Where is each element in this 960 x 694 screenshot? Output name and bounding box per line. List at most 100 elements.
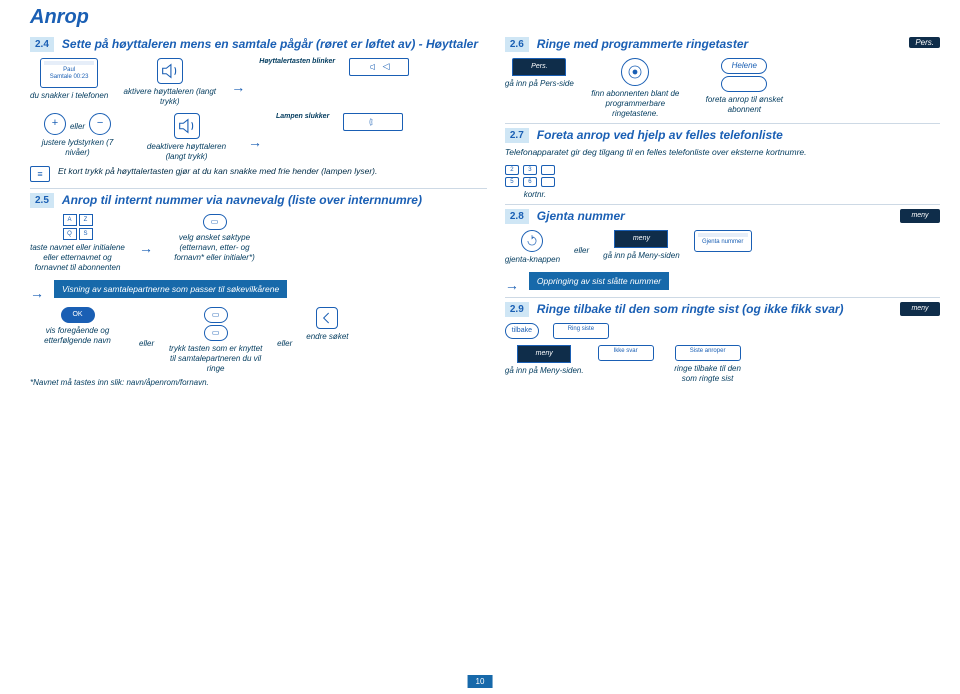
menu-page: meny gå inn på Meny-siden.	[505, 345, 584, 376]
row-26-a: Pers. gå inn på Pers-side finn abonnente…	[505, 58, 940, 119]
speaker-level-icon: ◁	[349, 58, 409, 76]
caption: foreta anrop til ønsket abonnent	[697, 95, 792, 115]
softkey-icon[interactable]: ▭	[204, 307, 228, 323]
redial-key: gjenta-knappen	[505, 230, 560, 265]
caption: gå inn på Meny-siden	[603, 251, 680, 261]
meny-badge: meny	[900, 209, 940, 223]
row-24-b: + eller − justere lydstyrken (7 nivåer) …	[30, 113, 487, 162]
lcd-call-timer: Samtale 00:23	[44, 74, 94, 81]
lcd-line: Ikke svar	[598, 345, 654, 361]
or-label: eller	[277, 333, 292, 348]
lcd-redial: Gjenta nummer	[694, 230, 752, 252]
back-icon[interactable]	[316, 307, 338, 329]
plus-button[interactable]: +	[44, 113, 66, 135]
contact-softkey[interactable]: Helene	[721, 58, 767, 74]
softkey-icon[interactable]: ▭	[203, 214, 227, 230]
section-2-8-header: 2.8 Gjenta nummer meny	[505, 209, 940, 224]
section-title: Anrop til internt nummer via navnevalg (…	[62, 193, 422, 207]
section-number: 2.7	[505, 128, 529, 143]
back-key: endre søket	[306, 307, 348, 342]
back-softkey[interactable]: tilbake	[505, 323, 539, 339]
speaker-icon	[157, 58, 183, 84]
minus-button[interactable]: −	[89, 113, 111, 135]
lcd-ringsiste: Ring siste	[553, 323, 609, 339]
caption: kortnr.	[524, 190, 546, 200]
right-column: 2.6 Ringe med programmerte ringetaster P…	[505, 33, 940, 388]
ok-nav: OK vis foregående og etterfølgende navn	[30, 307, 125, 346]
section-number: 2.9	[505, 302, 529, 317]
arrow-icon: →	[248, 126, 262, 150]
phone-display: Paul Samtale 00:23 du snakker i telefone…	[30, 58, 108, 101]
lcd-caller-name: Paul	[44, 67, 94, 74]
divider	[30, 188, 487, 189]
arrow-icon: →	[505, 269, 519, 293]
result-banner: Visning av samtalepartnerne som passer t…	[54, 280, 287, 299]
handset-indicator	[343, 113, 403, 131]
dialpad: 2356 kortnr.	[505, 165, 565, 200]
caption: velg ønsket søktype (etternavn, etter- o…	[167, 233, 262, 263]
note-icon: ≡	[30, 166, 50, 182]
level-indicator: ◁	[349, 58, 409, 76]
caption: deaktivere høyttaleren (langt trykk)	[139, 142, 234, 162]
caption: gå inn på Pers-side	[505, 79, 574, 89]
footnote-25: *Navnet må tastes inn slik: navn/åpenrom…	[30, 378, 487, 387]
row-29-a: tilbake Ring siste	[505, 323, 940, 339]
or-label: eller	[70, 116, 85, 132]
caption: trykk tasten som er knyttet til samtalep…	[168, 344, 263, 374]
divider	[505, 204, 940, 205]
section-title: Gjenta nummer	[537, 209, 900, 223]
caption: ringe tilbake til den som ringte sist	[668, 364, 748, 384]
caption: justere lydstyrken (7 nivåer)	[30, 138, 125, 158]
section-number: 2.6	[505, 37, 529, 52]
row-29-b: meny gå inn på Meny-siden. Ikke svar Sis…	[505, 345, 940, 384]
or-label: eller	[574, 240, 589, 255]
redial-icon[interactable]	[521, 230, 543, 252]
alpha-keypad-icon: AZQS	[63, 214, 93, 240]
row-25-a: AZQS taste navnet eller initialene eller…	[30, 214, 487, 273]
ok-button[interactable]: OK	[61, 307, 95, 323]
section-number: 2.4	[30, 37, 54, 52]
body-2-7: Telefonapparatet gir deg tilgang til en …	[505, 147, 940, 157]
section-title: Sette på høyttaleren mens en samtale påg…	[62, 37, 478, 51]
softkey-icon[interactable]	[721, 76, 767, 92]
caption: gå inn på Meny-siden.	[505, 366, 584, 376]
softkey-icon[interactable]: ▭	[204, 325, 228, 341]
volume-keys: + eller − justere lydstyrken (7 nivåer)	[30, 113, 125, 158]
section-2-7-header: 2.7 Foreta anrop ved hjelp av felles tel…	[505, 128, 940, 143]
speaker-key-on: aktivere høyttaleren (langt trykk)	[122, 58, 217, 107]
caption: taste navnet eller initialene eller ette…	[30, 243, 125, 273]
left-column: 2.4 Sette på høyttaleren mens en samtale…	[30, 33, 487, 388]
row-25-bluebox: → Visning av samtalepartnerne som passer…	[30, 277, 487, 301]
lcd-line: Ring siste	[553, 323, 609, 339]
status-text: Lampen slukker	[276, 113, 329, 122]
section-2-4-header: 2.4 Sette på høyttaleren mens en samtale…	[30, 37, 487, 52]
arrow-icon: →	[139, 232, 153, 256]
contact-key: Helene foreta anrop til ønsket abonnent	[697, 58, 792, 115]
caption: finn abonnenten blant de programmerbare …	[588, 89, 683, 119]
nav-wheel-icon[interactable]	[621, 58, 649, 86]
status-blink: Høyttalertasten blinker	[259, 58, 335, 67]
section-2-5-header: 2.5 Anrop til internt nummer via navneva…	[30, 193, 487, 208]
lcd-line: Siste anroper	[675, 345, 741, 361]
caption: endre søket	[306, 332, 348, 342]
letter-keys: AZQS taste navnet eller initialene eller…	[30, 214, 125, 273]
divider	[505, 123, 940, 124]
section-number: 2.5	[30, 193, 54, 208]
caption: vis foregående og etterfølgende navn	[30, 326, 125, 346]
lcd-line: Gjenta nummer	[698, 239, 748, 246]
row-25-b: OK vis foregående og etterfølgende navn …	[30, 307, 487, 374]
meny-tab-icon: meny	[517, 345, 571, 363]
or-label: eller	[139, 333, 154, 348]
handset-icon	[343, 113, 403, 131]
row-24-a: Paul Samtale 00:23 du snakker i telefone…	[30, 58, 487, 107]
section-2-9-header: 2.9 Ringe tilbake til den som ringte sis…	[505, 302, 940, 317]
lcd-screen: Paul Samtale 00:23	[40, 58, 98, 88]
caption: aktivere høyttaleren (langt trykk)	[122, 87, 217, 107]
status-text: Høyttalertasten blinker	[259, 58, 335, 67]
pers-badge: Pers.	[909, 37, 940, 48]
row-28-a: gjenta-knappen eller meny gå inn på Meny…	[505, 230, 940, 265]
call-key: ▭ ▭ trykk tasten som er knyttet til samt…	[168, 307, 263, 374]
arrow-icon: →	[30, 277, 44, 301]
speaker-icon	[174, 113, 200, 139]
section-2-6-header: 2.6 Ringe med programmerte ringetaster P…	[505, 37, 940, 52]
